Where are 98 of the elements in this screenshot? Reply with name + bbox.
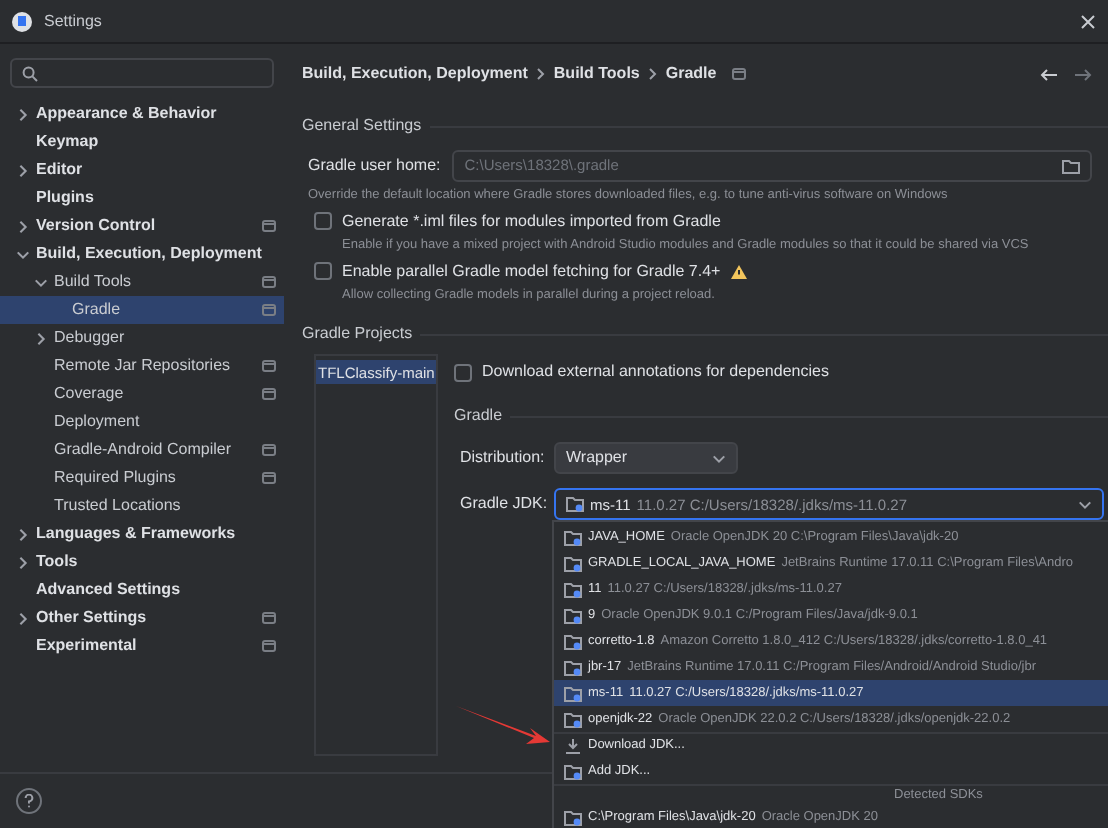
sidebar-item[interactable]: Gradle-Android Compiler	[0, 436, 284, 464]
search-field[interactable]	[10, 58, 274, 88]
sidebar-label: Advanced Settings	[36, 578, 183, 602]
window-title: Settings	[44, 9, 104, 33]
folder-icon	[564, 581, 582, 598]
sidebar-label: Coverage	[54, 382, 126, 406]
checkbox-label[interactable]: Download external annotations for dependencies	[482, 360, 829, 385]
chevron-right-icon[interactable]	[16, 219, 30, 233]
chevron-right-icon[interactable]	[16, 611, 30, 625]
sidebar-label: Experimental	[36, 634, 139, 658]
annotation-arrow	[456, 704, 552, 748]
search-icon	[22, 65, 38, 81]
sidebar-item[interactable]: Build Tools	[0, 268, 284, 296]
folder-icon	[564, 809, 582, 826]
section-title: Gradle	[454, 404, 503, 429]
sidebar-item[interactable]: Editor	[0, 156, 284, 184]
folder-icon	[566, 496, 584, 513]
sidebar-item[interactable]: Plugins	[0, 184, 284, 212]
back-arrow-icon[interactable]	[1040, 67, 1058, 81]
field-label: Distribution:	[460, 446, 547, 471]
project-scope-icon	[262, 360, 276, 372]
folder-icon	[564, 607, 582, 624]
folder-icon	[564, 763, 582, 780]
sidebar-item[interactable]: Trusted Locations	[0, 492, 284, 520]
sidebar-item[interactable]: Deployment	[0, 408, 284, 436]
close-icon[interactable]	[1080, 13, 1096, 29]
folder-icon	[564, 529, 582, 546]
sidebar-item[interactable]: Coverage	[0, 380, 284, 408]
project-scope-icon	[262, 304, 276, 316]
folder-icon	[564, 555, 582, 572]
project-scope-icon	[732, 68, 747, 80]
sidebar-label: Plugins	[36, 186, 96, 210]
sidebar-item[interactable]: Gradle	[0, 296, 284, 324]
breadcrumb-chevron-icon	[647, 68, 658, 80]
project-scope-icon	[262, 612, 276, 624]
forward-arrow-icon[interactable]	[1074, 67, 1092, 81]
breadcrumb-item[interactable]: Build, Execution, Deployment	[302, 62, 528, 86]
checkbox[interactable]	[454, 363, 472, 382]
sidebar-item[interactable]: Build, Execution, Deployment	[0, 240, 284, 268]
app-logo-icon	[12, 11, 32, 31]
sidebar-item[interactable]: Appearance & Behavior	[0, 100, 284, 128]
sidebar-item[interactable]: Advanced Settings	[0, 576, 284, 604]
sidebar-item[interactable]: Experimental	[0, 632, 284, 660]
folder-icon	[564, 633, 582, 650]
sidebar-label: Appearance & Behavior	[36, 102, 219, 126]
sidebar-label: Editor	[36, 158, 85, 182]
sidebar-label: Remote Jar Repositories	[54, 354, 233, 378]
distribution-dropdown[interactable]: Wrapper	[554, 442, 738, 475]
folder-icon	[564, 685, 582, 702]
sidebar-label: Keymap	[36, 130, 101, 154]
chevron-down-icon[interactable]	[712, 451, 726, 466]
download-icon	[564, 738, 582, 755]
project-scope-icon	[262, 388, 276, 400]
folder-icon[interactable]	[1062, 159, 1080, 173]
sidebar-label: Gradle-Android Compiler	[54, 438, 233, 462]
sidebar-item[interactable]: Other Settings	[0, 604, 284, 632]
sidebar-label: Other Settings	[36, 606, 149, 630]
sidebar-label: Languages & Frameworks	[36, 522, 238, 546]
sidebar-label: Deployment	[54, 410, 142, 434]
breadcrumb-chevron-icon	[535, 68, 546, 80]
sidebar-item[interactable]: Remote Jar Repositories	[0, 352, 284, 380]
sidebar-item[interactable]: Languages & Frameworks	[0, 520, 284, 548]
sidebar-label: Required Plugins	[54, 466, 178, 490]
chevron-down-icon[interactable]	[1078, 497, 1092, 512]
sidebar-item[interactable]: Debugger	[0, 324, 284, 352]
folder-icon	[564, 711, 582, 728]
checkbox-label[interactable]: Enable parallel Gradle model fetching for Gradle 7.4+	[342, 259, 721, 283]
help-button[interactable]	[16, 788, 42, 814]
sidebar-label: Version Control	[36, 214, 158, 238]
sidebar-item[interactable]: Required Plugins	[0, 464, 284, 492]
field-label: Gradle JDK:	[460, 492, 550, 517]
section-title: Gradle Projects	[302, 322, 413, 347]
sidebar-label: Debugger	[54, 326, 127, 350]
project-scope-icon	[262, 276, 276, 288]
checkbox-label[interactable]: Generate *.iml files for modules imported from Gradle	[342, 209, 721, 234]
project-scope-icon	[262, 220, 276, 232]
chevron-right-icon[interactable]	[16, 107, 30, 121]
chevron-right-icon[interactable]	[34, 331, 48, 345]
field-label: Gradle user home:	[308, 154, 441, 178]
chevron-right-icon[interactable]	[16, 163, 30, 177]
sidebar-label: Gradle	[72, 298, 123, 322]
project-scope-icon	[262, 444, 276, 456]
checkbox[interactable]	[314, 262, 332, 280]
checkbox[interactable]	[314, 212, 332, 231]
sidebar-item[interactable]: Keymap	[0, 128, 284, 156]
sidebar-label: Build Tools	[54, 270, 134, 294]
sidebar-label: Build, Execution, Deployment	[36, 242, 264, 266]
project-scope-icon	[262, 472, 276, 484]
section-title: General Settings	[302, 114, 422, 138]
sidebar-label: Trusted Locations	[54, 494, 183, 518]
sidebar-label: Tools	[36, 550, 80, 574]
breadcrumb-item[interactable]: Build Tools	[553, 62, 640, 86]
question-mark-icon	[24, 794, 34, 808]
sidebar-item[interactable]: Version Control	[0, 212, 284, 240]
folder-icon	[564, 659, 582, 676]
breadcrumb-item[interactable]: Gradle	[665, 62, 717, 86]
project-scope-icon	[262, 640, 276, 652]
sidebar-item[interactable]: Tools	[0, 548, 284, 576]
